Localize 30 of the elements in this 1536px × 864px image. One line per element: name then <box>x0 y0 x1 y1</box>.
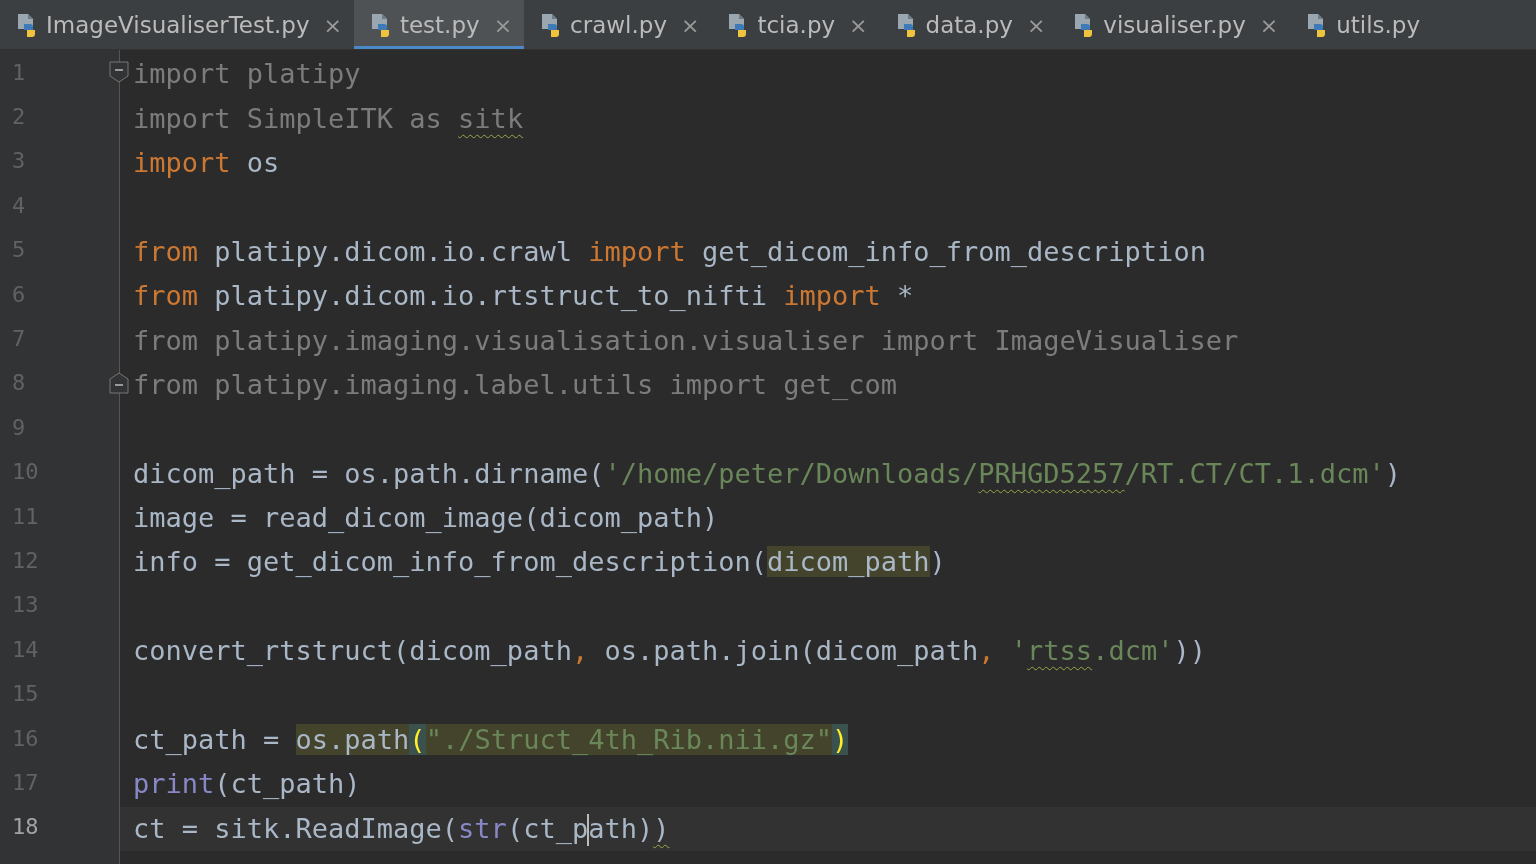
file-tab[interactable]: utils.py <box>1290 0 1433 49</box>
line-number: 18 <box>11 814 39 840</box>
code-line: convert_rtstruct(dicom_path, os.path.join(dicom_path, 'rtss.dcm')) <box>132 634 1206 669</box>
close-icon[interactable]: × <box>1026 12 1046 38</box>
code-line: from platipy.imaging.visualisation.visualiser import ImageVisualiser <box>132 323 1239 358</box>
code-line: ct_path = os.path("./Struct_4th_Rib.nii.gz") <box>132 723 849 758</box>
close-icon[interactable]: × <box>681 12 700 38</box>
code-line: print(ct_path) <box>132 767 361 802</box>
fold-icon[interactable] <box>109 61 129 84</box>
file-tab[interactable]: ImageVisualiserTest.py × <box>0 0 354 49</box>
code-line: image = read_dicom_image(dicom_path) <box>132 501 719 536</box>
fold-icon[interactable] <box>109 371 129 394</box>
close-icon[interactable]: × <box>1259 12 1279 38</box>
code-line: from platipy.dicom.io.crawl import get_dicom_info_from_description <box>132 234 1206 269</box>
file-tab[interactable]: tcia.py × <box>711 0 880 49</box>
file-tab[interactable]: visualiser.py × <box>1057 0 1291 49</box>
close-icon[interactable]: × <box>493 12 513 38</box>
code-line: dicom_path = os.path.dirname('/home/peter/Downloads/PRHGD5257/RT.CT/CT.1.dcm') <box>132 456 1401 491</box>
file-tab[interactable]: crawl.py × <box>524 0 712 49</box>
close-icon[interactable]: × <box>323 12 342 38</box>
file-tab[interactable]: test.py × <box>353 0 525 49</box>
code-line: ct = sitk.ReadImage(str(ct_path)) <box>120 808 670 849</box>
code-line: from platipy.dicom.io.rtstruct_to_nifti import * <box>132 279 914 314</box>
code-line: import platipy <box>132 57 361 92</box>
file-tab[interactable]: data.py × <box>879 0 1058 49</box>
code-line: from platipy.imaging.label.utils import get_com <box>132 367 897 402</box>
code-line: import SimpleITK as sitk <box>132 101 524 136</box>
code-line: info = get_dicom_info_from_description(dicom_path) <box>132 545 946 580</box>
close-icon[interactable]: × <box>849 12 868 38</box>
code-line: import os <box>132 145 280 180</box>
